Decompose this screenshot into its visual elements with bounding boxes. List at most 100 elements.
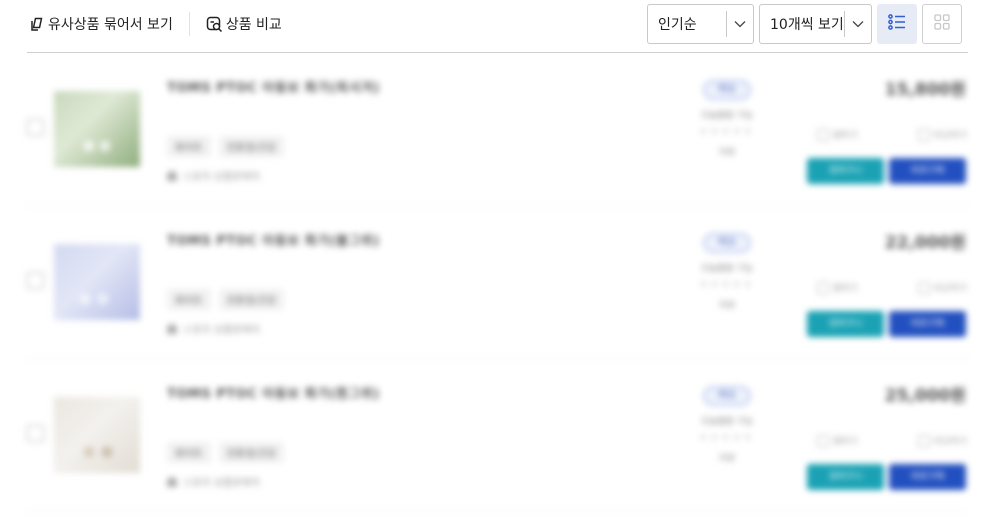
product-seller: 스토어 상품판매처 [167, 321, 260, 336]
thumbnail-detail [98, 294, 108, 304]
compare-label: 상품 비교 [225, 17, 282, 33]
product-list: TOMS PTOC 아동보 화가(최서겨) 화이트 친환경/건강 스토어 상품판… [0, 53, 987, 528]
chevron-down-icon [845, 20, 871, 28]
heart-icon [817, 434, 829, 447]
review-count[interactable]: 리뷰 [682, 451, 772, 464]
seller-name: 스토어 상품판매처 [183, 478, 260, 489]
grid-view-icon [934, 14, 950, 34]
delivery-info: 오늘출발 가능 [700, 111, 754, 121]
product-thumbnail[interactable] [54, 244, 140, 320]
list-toolbar: 유사상품 묶어서 보기 상품 비교 인기순 10개씩 보기 [0, 0, 987, 52]
seller-icon [167, 171, 177, 181]
compare-label: 비교하기 [933, 131, 967, 141]
delivery-info: 오늘출발 가능 [700, 417, 754, 427]
product-tag: 화이트 [167, 442, 211, 463]
grid-view-button[interactable] [922, 4, 962, 44]
wish-label: 찜하기 [833, 131, 858, 141]
product-name[interactable]: TOMS PTOC 아동보 화가(블그위) [167, 230, 380, 249]
heart-icon [817, 128, 829, 141]
delivery-badge: 배송 [703, 233, 751, 253]
product-meta: 배송 오늘출발 가능 ★★★★★ 리뷰 [682, 383, 772, 464]
compare-label: 비교하기 [933, 437, 967, 447]
toolbar-divider [188, 12, 190, 36]
compare-button[interactable]: 비교하기 [917, 128, 967, 141]
rating-stars: ★★★★★ [699, 280, 755, 290]
thumbnail-detail [84, 141, 94, 151]
thumbnail-detail [84, 447, 94, 457]
wish-button[interactable]: 찜하기 [817, 128, 858, 141]
product-price: 15,800원 [884, 80, 966, 100]
product-buttons: 장바구니 바로구매 [807, 464, 966, 490]
group-similar-label: 유사상품 묶어서 보기 [48, 17, 173, 33]
seller-icon [167, 477, 177, 487]
product-price: 22,000원 [884, 233, 966, 253]
per-page-select[interactable]: 10개씩 보기 [759, 4, 872, 44]
review-count[interactable]: 리뷰 [682, 145, 772, 158]
product-thumbnail[interactable] [54, 397, 140, 473]
compare-icon [917, 434, 930, 447]
product-tag: 화이트 [167, 289, 211, 310]
seller-icon [167, 324, 177, 334]
compare-search-icon [206, 16, 223, 33]
product-meta: 배송 오늘출발 가능 ★★★★★ 리뷰 [682, 230, 772, 311]
product-tags: 화이트 친환경/건강 [167, 289, 284, 310]
product-actions: 찜하기 비교하기 [817, 281, 967, 294]
product-row: TOMS PTOC 아동보 화가(최서겨) 화이트 친환경/건강 스토어 상품판… [27, 53, 968, 206]
buy-now-button[interactable]: 바로구매 [889, 464, 966, 490]
compare-button[interactable]: 비교하기 [917, 434, 967, 447]
compare-button[interactable]: 비교하기 [917, 281, 967, 294]
product-buttons: 장바구니 바로구매 [807, 158, 966, 184]
product-seller: 스토어 상품판매처 [167, 168, 260, 183]
add-to-cart-button[interactable]: 장바구니 [807, 158, 884, 184]
product-row: TOMS PTOC 아동보 화가(블그위) 화이트 친환경/건강 스토어 상품판… [27, 206, 968, 359]
buy-now-button[interactable]: 바로구매 [889, 311, 966, 337]
product-checkbox[interactable] [27, 272, 44, 289]
wish-button[interactable]: 찜하기 [817, 281, 858, 294]
product-checkbox[interactable] [27, 425, 44, 442]
product-tag: 친환경/건강 [218, 289, 284, 310]
product-thumbnail[interactable] [54, 91, 140, 167]
wish-label: 찜하기 [833, 437, 858, 447]
per-page-select-value: 10개씩 보기 [770, 17, 844, 33]
product-name[interactable]: TOMS PTOC 아동보 화가(흰그위) [167, 383, 380, 402]
buy-now-button[interactable]: 바로구매 [889, 158, 966, 184]
product-price: 25,000원 [884, 386, 966, 406]
sort-select[interactable]: 인기순 [647, 4, 754, 44]
rating-stars: ★★★★★ [699, 127, 755, 137]
add-to-cart-button[interactable]: 장바구니 [807, 311, 884, 337]
seller-name: 스토어 상품판매처 [183, 325, 260, 336]
chevron-down-icon [727, 20, 753, 28]
layers-icon [29, 16, 45, 32]
product-seller: 스토어 상품판매처 [167, 474, 260, 489]
seller-name: 스토어 상품판매처 [183, 172, 260, 183]
list-view-icon [888, 14, 906, 34]
delivery-badge: 배송 [703, 386, 751, 406]
thumbnail-detail [80, 294, 90, 304]
delivery-badge: 배송 [703, 80, 751, 100]
wish-button[interactable]: 찜하기 [817, 434, 858, 447]
product-row: TOMS PTOC 아동보 화가(흰그위) 화이트 친환경/건강 스토어 상품판… [27, 359, 968, 512]
product-actions: 찜하기 비교하기 [817, 434, 967, 447]
wish-label: 찜하기 [833, 284, 858, 294]
toolbar-left: 유사상품 묶어서 보기 상품 비교 [29, 0, 282, 48]
product-meta: 배송 오늘출발 가능 ★★★★★ 리뷰 [682, 77, 772, 158]
product-tag: 친환경/건강 [218, 136, 284, 157]
product-tag: 친환경/건강 [218, 442, 284, 463]
product-actions: 찜하기 비교하기 [817, 128, 967, 141]
product-tags: 화이트 친환경/건강 [167, 442, 284, 463]
product-buttons: 장바구니 바로구매 [807, 311, 966, 337]
group-similar-button[interactable]: 유사상품 묶어서 보기 [29, 14, 173, 34]
review-count[interactable]: 리뷰 [682, 298, 772, 311]
sort-select-value: 인기순 [658, 17, 697, 33]
heart-icon [817, 281, 829, 294]
product-checkbox[interactable] [27, 119, 44, 136]
product-tag: 화이트 [167, 136, 211, 157]
rating-stars: ★★★★★ [699, 433, 755, 443]
add-to-cart-button[interactable]: 장바구니 [807, 464, 884, 490]
product-tags: 화이트 친환경/건강 [167, 136, 284, 157]
compare-icon [917, 281, 930, 294]
compare-icon [917, 128, 930, 141]
list-view-button[interactable] [877, 4, 917, 44]
product-name[interactable]: TOMS PTOC 아동보 화가(최서겨) [167, 77, 380, 96]
compare-products-button[interactable]: 상품 비교 [206, 14, 282, 34]
